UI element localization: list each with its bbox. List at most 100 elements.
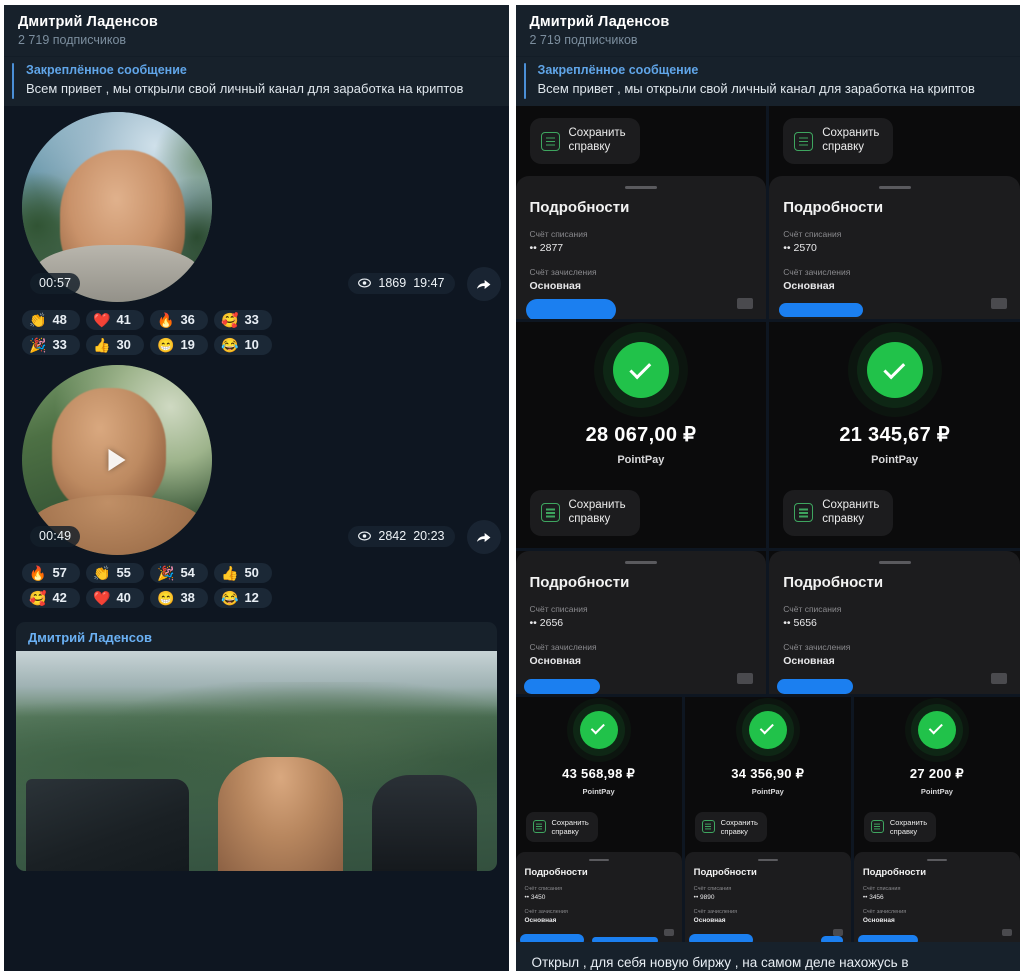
save-receipt-button[interactable]: Сохранить справку	[783, 118, 894, 165]
reaction-chip[interactable]: 😂 12	[214, 588, 272, 609]
reaction-count: 54	[180, 565, 195, 581]
reaction-chip[interactable]: 😂 10	[214, 335, 272, 356]
drag-handle-icon[interactable]	[878, 560, 911, 564]
merchant-name: PointPay	[871, 454, 919, 467]
reaction-count: 40	[116, 590, 131, 606]
receipt-cell-4b[interactable]: 34 356,90 ₽ PointPay Сохранить справку П…	[684, 696, 851, 942]
reaction-chip[interactable]: 👏 48	[22, 310, 80, 331]
pinned-message-bar-left[interactable]: Закреплённое сообщение Всем привет , мы …	[4, 55, 509, 107]
details-title: Подробности	[529, 573, 630, 591]
save-button-row: Сохранить справку	[515, 795, 682, 852]
details-sheet[interactable]: Подробности Счёт списания •• 2570 Счёт з…	[769, 176, 1020, 320]
reaction-chip[interactable]: 👏 55	[86, 563, 144, 584]
forward-arrow-icon[interactable]	[466, 267, 501, 302]
debit-account-value: •• 2570	[783, 242, 817, 255]
photo-message[interactable]: Дмитрий Ладенсов	[16, 622, 497, 872]
save-button-row: Сохранить справку	[853, 795, 1020, 852]
save-document-icon	[870, 820, 884, 834]
credit-account-label: Счёт зачисления	[524, 908, 568, 915]
credit-account-value: Основная	[783, 280, 835, 293]
reaction-emoji: 👍	[93, 336, 111, 353]
save-receipt-button[interactable]: Сохранить справку	[529, 118, 640, 165]
details-sheet[interactable]: Подробности Счёт списания •• 2877 Счёт з…	[515, 176, 767, 320]
reaction-chip[interactable]: 🎉 33	[22, 335, 80, 356]
receipt-cell-3b[interactable]: Подробности Счёт списания •• 5656 Счёт з…	[769, 550, 1020, 694]
reaction-count: 57	[52, 565, 67, 581]
transfer-amount: 28 067,00 ₽	[585, 424, 697, 447]
drag-handle-icon[interactable]	[878, 186, 911, 190]
drag-handle-icon[interactable]	[757, 858, 778, 861]
receipt-cell-3a[interactable]: Подробности Счёт списания •• 2656 Счёт з…	[515, 550, 767, 694]
view-count-1: 1869	[378, 276, 407, 291]
redaction-mark	[779, 303, 864, 318]
reactions-2[interactable]: 🔥 57 👏 55 🎉 54 👍 50 🥰 42 ❤️ 40 😁 38 😂 12	[4, 555, 334, 612]
drag-handle-icon[interactable]	[624, 560, 657, 564]
details-sheet[interactable]: Подробности Счёт списания •• 9890 Счёт з…	[684, 851, 851, 942]
credit-account-value: Основная	[693, 916, 726, 924]
reaction-chip[interactable]: 🥰 33	[214, 310, 272, 331]
debit-account-label: Счёт списания	[529, 603, 588, 614]
success-check-icon	[579, 710, 618, 749]
reactions-1[interactable]: 👏 48 ❤️ 41 🔥 36 🥰 33 🎉 33 👍 30 😁 19 😂 10	[4, 302, 334, 359]
drag-handle-icon[interactable]	[926, 858, 947, 861]
reaction-chip[interactable]: ❤️ 41	[86, 310, 144, 331]
transfer-amount: 43 568,98 ₽	[562, 765, 636, 781]
view-count-2: 2842	[378, 529, 407, 544]
receipt-cell-2a[interactable]: 28 067,00 ₽ PointPay Сохранить справку	[515, 322, 767, 548]
receipt-cell-1b[interactable]: Сохранить справку Подробности Счёт списан…	[769, 106, 1020, 320]
chat-header-right[interactable]: Дмитрий Ладенсов 2 719 подписчиков	[515, 5, 1020, 56]
save-receipt-button[interactable]: Сохранить справку	[863, 811, 937, 842]
play-icon[interactable]	[108, 449, 126, 472]
save-document-icon	[701, 820, 715, 834]
save-receipt-button[interactable]: Сохранить справку	[525, 811, 598, 842]
transfer-success-block: 21 345,67 ₽ PointPay	[769, 322, 1020, 467]
video-message-1[interactable]: 00:57 1869 19:47 👏 48 ❤️ 41 🔥 36 🥰 33 🎉 …	[4, 106, 509, 359]
receipt-cell-1a[interactable]: Сохранить справку Подробности Счёт списан…	[515, 106, 767, 320]
pinned-message-bar-right[interactable]: Закреплённое сообщение Всем привет , мы …	[515, 55, 1020, 107]
reaction-chip[interactable]: ❤️ 40	[86, 588, 144, 609]
debit-account-value: •• 2877	[529, 242, 564, 255]
forward-arrow-icon[interactable]	[466, 520, 501, 555]
receipt-cell-4c[interactable]: 27 200 ₽ PointPay Сохранить справку Подр…	[853, 696, 1020, 942]
receipt-row-3: Подробности Счёт списания •• 2656 Счёт з…	[515, 550, 1020, 694]
receipt-screenshot-grid[interactable]: Сохранить справку Подробности Счёт списан…	[515, 106, 1020, 971]
video-message-2[interactable]: 00:49 2842 20:23 🔥 57 👏 55 🎉 54 👍 50 🥰 4…	[4, 359, 509, 612]
details-sheet[interactable]: Подробности Счёт списания •• 3456 Счёт з…	[853, 851, 1020, 942]
save-button-row: Сохранить справку	[769, 106, 1020, 177]
subscriber-count: 2 719 подписчиков	[529, 33, 638, 48]
details-sheet[interactable]: Подробности Счёт списания •• 2656 Счёт з…	[515, 550, 767, 694]
details-sheet[interactable]: Подробности Счёт списания •• 3450 Счёт з…	[515, 851, 682, 942]
redaction-mark	[523, 678, 600, 694]
receipt-cell-2b[interactable]: 21 345,67 ₽ PointPay Сохранить справку	[769, 322, 1020, 548]
drag-handle-icon[interactable]	[588, 858, 609, 861]
drag-handle-icon[interactable]	[624, 186, 657, 190]
credit-account-label: Счёт зачисления	[783, 641, 851, 652]
reaction-emoji: 😁	[157, 589, 175, 606]
bank-card-icon	[737, 298, 754, 310]
reaction-chip[interactable]: 🔥 57	[22, 563, 80, 584]
left-telegram-panel: Дмитрий Ладенсов 2 719 подписчиков Закре…	[4, 5, 509, 971]
dual-screenshot-collage: Дмитрий Ладенсов 2 719 подписчиков Закре…	[0, 0, 1024, 975]
message-feed[interactable]: 00:57 1869 19:47 👏 48 ❤️ 41 🔥 36 🥰 33 🎉 …	[4, 106, 509, 971]
save-receipt-button[interactable]: Сохранить справку	[529, 490, 640, 536]
message-meta-2: 2842 20:23	[348, 526, 455, 548]
redaction-mark	[519, 933, 584, 942]
chat-header-left[interactable]: Дмитрий Ладенсов 2 719 подписчиков	[4, 5, 509, 56]
save-receipt-button[interactable]: Сохранить справку	[783, 490, 894, 536]
reaction-chip[interactable]: 👍 50	[214, 563, 272, 584]
details-title: Подробности	[529, 199, 630, 217]
reaction-count: 33	[244, 312, 259, 328]
reaction-chip[interactable]: 🎉 54	[150, 563, 208, 584]
reaction-chip[interactable]: 👍 30	[86, 335, 144, 356]
photo-thumbnail[interactable]	[16, 651, 497, 872]
reaction-chip[interactable]: 🔥 36	[150, 310, 208, 331]
pinned-accent-stripe	[523, 62, 526, 100]
receipt-cell-4a[interactable]: 43 568,98 ₽ PointPay Сохранить справку П…	[515, 696, 682, 942]
reaction-chip[interactable]: 🥰 42	[22, 588, 80, 609]
reaction-emoji: 👏	[93, 564, 111, 581]
photo-person-right	[371, 774, 478, 872]
reaction-chip[interactable]: 😁 38	[150, 588, 208, 609]
save-receipt-button[interactable]: Сохранить справку	[694, 811, 767, 842]
reaction-chip[interactable]: 😁 19	[150, 335, 208, 356]
details-sheet[interactable]: Подробности Счёт списания •• 5656 Счёт з…	[769, 550, 1020, 694]
